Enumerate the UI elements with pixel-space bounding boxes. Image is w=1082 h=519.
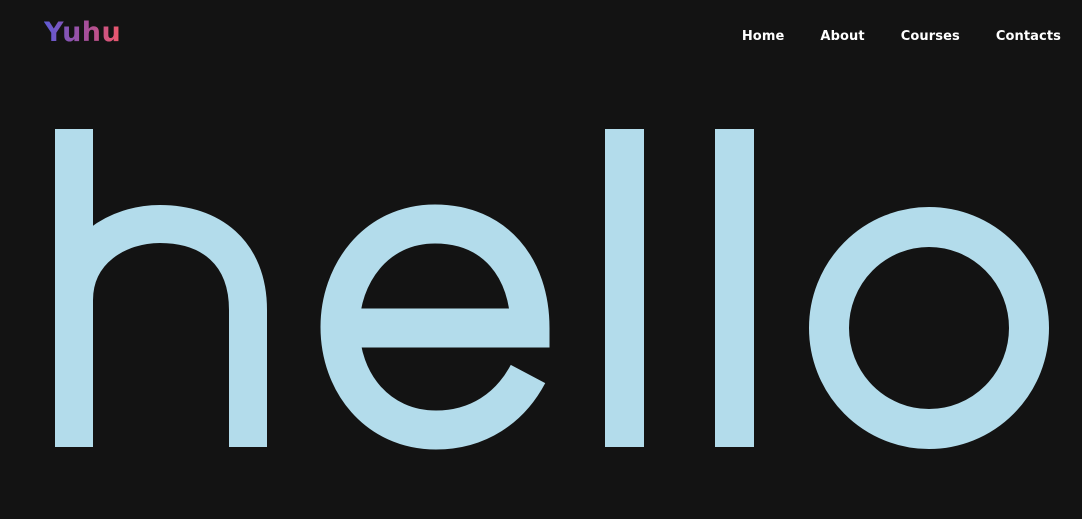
main-nav: Home About Courses Contacts (742, 25, 1061, 47)
brand-logo[interactable]: Yuhu (44, 13, 121, 53)
site-header: Yuhu Home About Courses Contacts (0, 0, 1082, 70)
nav-link-courses[interactable]: Courses (901, 29, 960, 44)
hero-letter-l-first (605, 129, 644, 447)
nav-item-about: About (820, 25, 864, 47)
nav-link-contacts[interactable]: Contacts (996, 29, 1061, 44)
hero-letter-h (55, 129, 267, 447)
hero-letter-e (320, 204, 550, 450)
nav-item-contacts: Contacts (996, 25, 1061, 47)
hero-word-graphic (55, 129, 1049, 450)
hero-letter-o (809, 207, 1049, 449)
nav-item-home: Home (742, 25, 785, 47)
nav-item-courses: Courses (901, 25, 960, 47)
hero-section (0, 70, 1082, 519)
nav-link-home[interactable]: Home (742, 29, 785, 44)
nav-link-about[interactable]: About (820, 29, 864, 44)
hero-letter-l-second (715, 129, 754, 447)
